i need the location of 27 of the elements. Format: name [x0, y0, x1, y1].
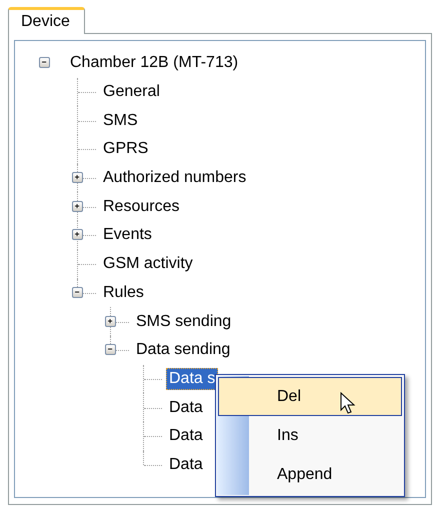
tab[interactable]: Device [8, 7, 85, 34]
tree-item[interactable]: Chamber 12B (MT-713) [67, 52, 242, 74]
tree-item[interactable]: Data sending [133, 339, 234, 362]
expand-icon[interactable] [72, 200, 83, 212]
tree-item[interactable]: GPRS [100, 138, 152, 160]
tree-item[interactable]: Resources [100, 196, 182, 218]
expand-icon[interactable] [72, 229, 83, 240]
tree-item[interactable]: Authorized numbers [100, 167, 250, 190]
tree-item[interactable]: Data [166, 396, 206, 419]
expand-icon[interactable] [105, 316, 116, 327]
collapse-icon[interactable] [105, 344, 116, 356]
tree-item[interactable]: Data [166, 425, 206, 448]
collapse-icon[interactable] [72, 286, 83, 298]
tree-item[interactable]: Rules [100, 282, 147, 304]
tree-item[interactable]: GSM activity [100, 253, 196, 276]
tree-item[interactable]: General [100, 81, 163, 104]
tree-item[interactable]: SMS [100, 110, 141, 132]
menu-item[interactable]: Ins [218, 416, 402, 455]
collapse-icon[interactable] [39, 57, 50, 68]
tree-item[interactable]: Data s [166, 368, 218, 390]
menu-item[interactable]: Del [218, 377, 402, 416]
expand-icon[interactable] [72, 172, 83, 184]
tree-item[interactable]: Events [100, 224, 155, 246]
tree-item[interactable]: SMS sending [133, 310, 234, 333]
cursor-icon [340, 392, 356, 416]
menu-item[interactable]: Append [218, 455, 402, 494]
tree-item[interactable]: Data [166, 454, 206, 476]
